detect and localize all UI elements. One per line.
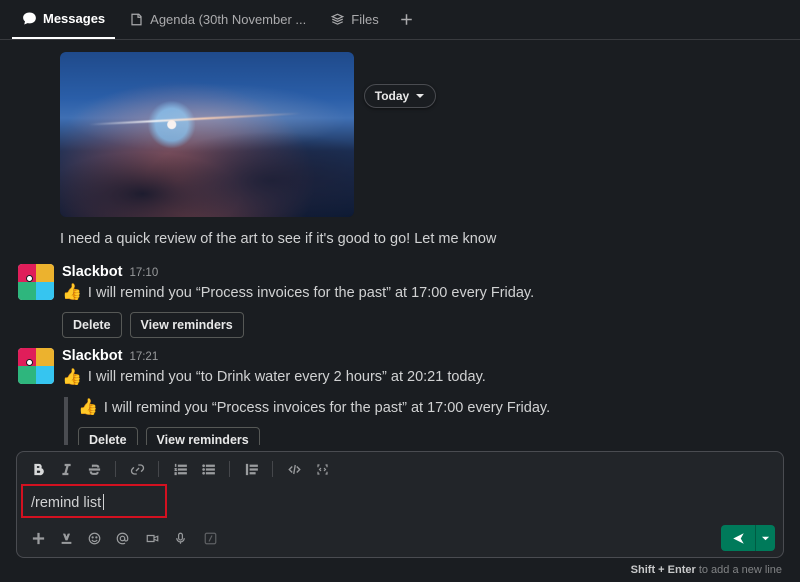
- tab-files[interactable]: Files: [320, 1, 388, 39]
- sender-name[interactable]: Slackbot: [62, 348, 122, 364]
- ordered-list-button[interactable]: [167, 456, 193, 482]
- delete-button[interactable]: Delete: [78, 427, 138, 445]
- thumbs-up-icon: 👍: [62, 285, 82, 301]
- format-toolbar: [17, 452, 783, 484]
- link-button[interactable]: [124, 456, 150, 482]
- canvas-icon: [129, 12, 144, 27]
- code-button[interactable]: [281, 456, 307, 482]
- sender-name[interactable]: Slackbot: [62, 264, 122, 280]
- mention-button[interactable]: [109, 525, 135, 551]
- message-input[interactable]: /remind list: [27, 488, 773, 517]
- strike-button[interactable]: [81, 456, 107, 482]
- view-reminders-button[interactable]: View reminders: [130, 312, 244, 338]
- composer-hint: Shift + Enter to add a new line: [0, 562, 800, 582]
- video-button[interactable]: [139, 525, 165, 551]
- image-attachment[interactable]: [60, 52, 354, 217]
- formatting-toggle-button[interactable]: [53, 525, 79, 551]
- add-tab-button[interactable]: [393, 6, 421, 34]
- emoji-button[interactable]: [81, 525, 107, 551]
- message-text: I will remind you “to Drink water every …: [88, 366, 486, 388]
- bold-button[interactable]: [25, 456, 51, 482]
- message: Slackbot 17:21 👍 I will remind you “to D…: [18, 348, 782, 445]
- message-text: I will remind you “Process invoices for …: [88, 282, 534, 304]
- tab-messages[interactable]: Messages: [12, 1, 115, 39]
- send-options-button[interactable]: [755, 525, 775, 551]
- message-text: I need a quick review of the art to see …: [60, 229, 782, 250]
- delete-button[interactable]: Delete: [62, 312, 122, 338]
- tab-label: Agenda (30th November ...: [150, 12, 306, 27]
- thumbs-up-icon: 👍: [62, 370, 82, 386]
- blockquote-button[interactable]: [238, 456, 264, 482]
- date-divider-label: Today: [375, 89, 409, 103]
- chevron-down-icon: [415, 91, 425, 101]
- date-divider-button[interactable]: Today: [364, 84, 436, 108]
- tab-agenda[interactable]: Agenda (30th November ...: [119, 1, 316, 39]
- slash-command-button[interactable]: [197, 525, 223, 551]
- attach-button[interactable]: [25, 525, 51, 551]
- channel-tabs: Messages Agenda (30th November ... Files: [0, 0, 800, 40]
- bullet-list-button[interactable]: [195, 456, 221, 482]
- codeblock-button[interactable]: [309, 456, 335, 482]
- message-text: I will remind you “Process invoices for …: [104, 397, 550, 419]
- stack-icon: [330, 12, 345, 27]
- avatar[interactable]: [18, 264, 54, 300]
- chat-icon: [22, 11, 37, 26]
- message-time: 17:10: [129, 267, 158, 279]
- send-button[interactable]: [721, 525, 755, 551]
- avatar[interactable]: [18, 348, 54, 384]
- message-input-text: /remind list: [31, 495, 101, 511]
- message-time: 17:21: [129, 351, 158, 363]
- audio-button[interactable]: [167, 525, 193, 551]
- tab-label: Files: [351, 12, 378, 27]
- view-reminders-button[interactable]: View reminders: [146, 427, 260, 445]
- thumbs-up-icon: 👍: [78, 400, 98, 416]
- message-composer: /remind list: [16, 451, 784, 558]
- message: Slackbot 17:10 👍 I will remind you “Proc…: [18, 264, 782, 338]
- italic-button[interactable]: [53, 456, 79, 482]
- tab-label: Messages: [43, 11, 105, 26]
